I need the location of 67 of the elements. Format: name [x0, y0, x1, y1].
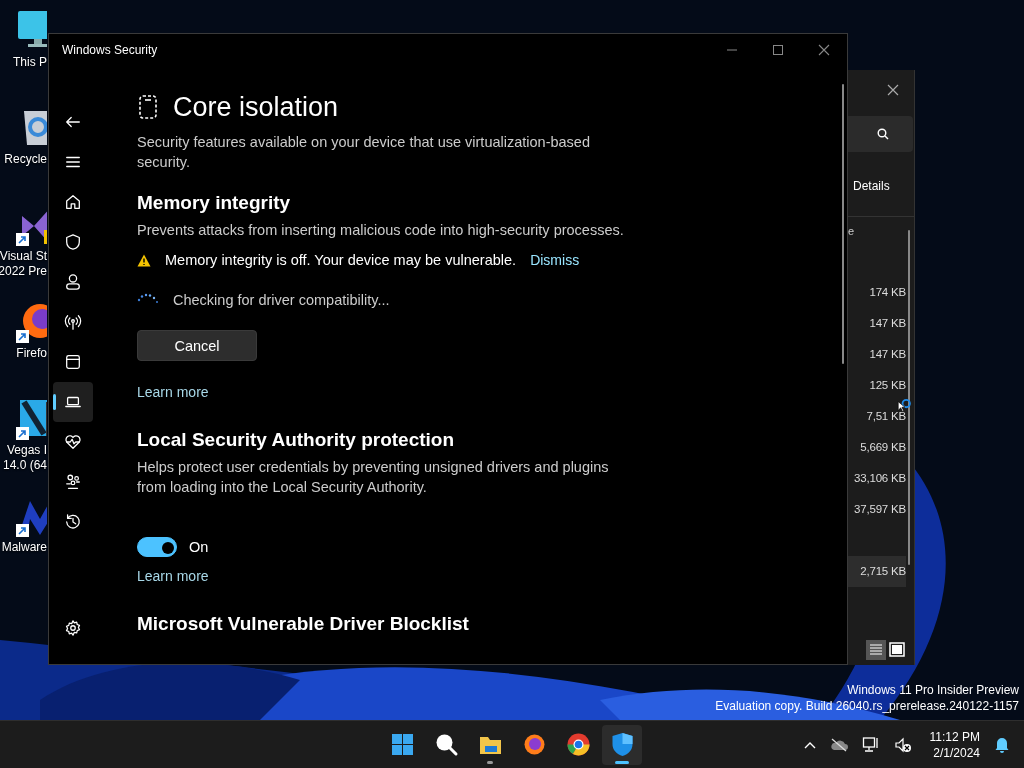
dismiss-link[interactable]: Dismiss [530, 252, 580, 268]
close-icon[interactable] [887, 84, 899, 96]
learn-more-link[interactable]: Learn more [137, 568, 209, 584]
section-heading: Memory integrity [137, 191, 292, 215]
history-icon [63, 513, 82, 531]
scrollbar[interactable] [908, 230, 910, 565]
file-size-cell[interactable]: 147 KB [848, 339, 906, 370]
chrome-logo-icon [565, 732, 591, 757]
network-icon[interactable] [861, 735, 880, 754]
search-icon [877, 128, 889, 140]
warning-text: Memory integrity is off. Your device may be vulnerable. [165, 252, 517, 268]
page-title: Core isolation [173, 91, 339, 123]
search-field[interactable] [848, 116, 913, 152]
section-description: Helps protect user credentials by preventing unsigned drivers and plugins from loading into the Local Security Authority. [137, 458, 610, 497]
desktop-icon-label[interactable]: Malware [1, 540, 47, 555]
start-icon [389, 732, 415, 757]
column-header[interactable]: e [848, 225, 855, 237]
file-size-cell[interactable]: 37,597 KB [848, 494, 906, 525]
chip-icon [137, 94, 159, 120]
cloud-off-icon[interactable] [829, 737, 848, 752]
watermark-text: Windows 11 Pro Insider Preview [847, 682, 1019, 698]
heart-icon [63, 433, 82, 451]
chevron-up-icon[interactable] [803, 740, 816, 749]
file-size-cell[interactable]: 33,106 KB [848, 463, 906, 494]
file-size-cell[interactable]: 125 KB [848, 370, 906, 401]
busy-pointer-icon [897, 398, 913, 414]
section-heading: Local Security Authority protection [137, 428, 456, 452]
section-description: Prevents attacks from inserting malicious code into high-security processes. [137, 221, 625, 240]
file-size-cell[interactable]: 174 KB [848, 277, 906, 308]
maximize-icon[interactable] [772, 44, 784, 56]
family-icon [63, 473, 82, 491]
time-text: 11:12 PM [929, 728, 980, 745]
learn-more-link[interactable]: Learn more [137, 384, 209, 400]
desktop-icon-label[interactable]: Firefo [16, 346, 47, 361]
taskbar-button[interactable] [602, 724, 642, 765]
close-icon[interactable] [818, 44, 830, 56]
window-title: Windows Security [61, 43, 159, 57]
bell-icon[interactable] [994, 736, 1010, 753]
toggle-label: On [189, 539, 209, 555]
volume-muted-icon[interactable] [893, 736, 912, 753]
desktop-icon-label[interactable]: Recycle [4, 152, 47, 167]
page-description: Security features available on your device that use virtualization-based security. [137, 133, 591, 172]
status-text: Checking for driver compatibility... [173, 292, 390, 308]
wireless-icon [63, 313, 82, 331]
person-icon [63, 273, 82, 291]
desktop-icon-label[interactable]: Vegas I 14.0 (64 [2, 443, 47, 473]
desktop-icon-label[interactable]: This P [13, 55, 47, 70]
window-icon [63, 353, 82, 371]
search-icon [433, 732, 459, 757]
toggle-switch[interactable] [137, 537, 177, 557]
settings-icon [63, 619, 82, 637]
scrollbar[interactable] [842, 84, 844, 364]
home-icon [63, 193, 82, 211]
details-tab[interactable]: Details [848, 179, 914, 194]
date-text: 2/1/2024 [933, 744, 980, 761]
file-size-cell[interactable]: 2,715 KB [848, 556, 906, 587]
file-size-cell[interactable]: 7,51 KB [848, 401, 906, 432]
cancel-button[interactable]: Cancel [137, 330, 257, 361]
tile-view-icon[interactable] [888, 640, 906, 660]
file-size-cell[interactable]: 5,669 KB [848, 432, 906, 463]
shield-icon [63, 233, 82, 251]
section-heading: Microsoft Vulnerable Driver Blocklist [137, 612, 470, 636]
clock[interactable]: 11:12 PM 2/1/2024 [929, 728, 980, 761]
fox-logo-icon [521, 732, 547, 757]
file-size-cell[interactable]: 147 KB [848, 308, 906, 339]
warning-icon [137, 253, 151, 267]
nav-item[interactable] [52, 382, 93, 422]
